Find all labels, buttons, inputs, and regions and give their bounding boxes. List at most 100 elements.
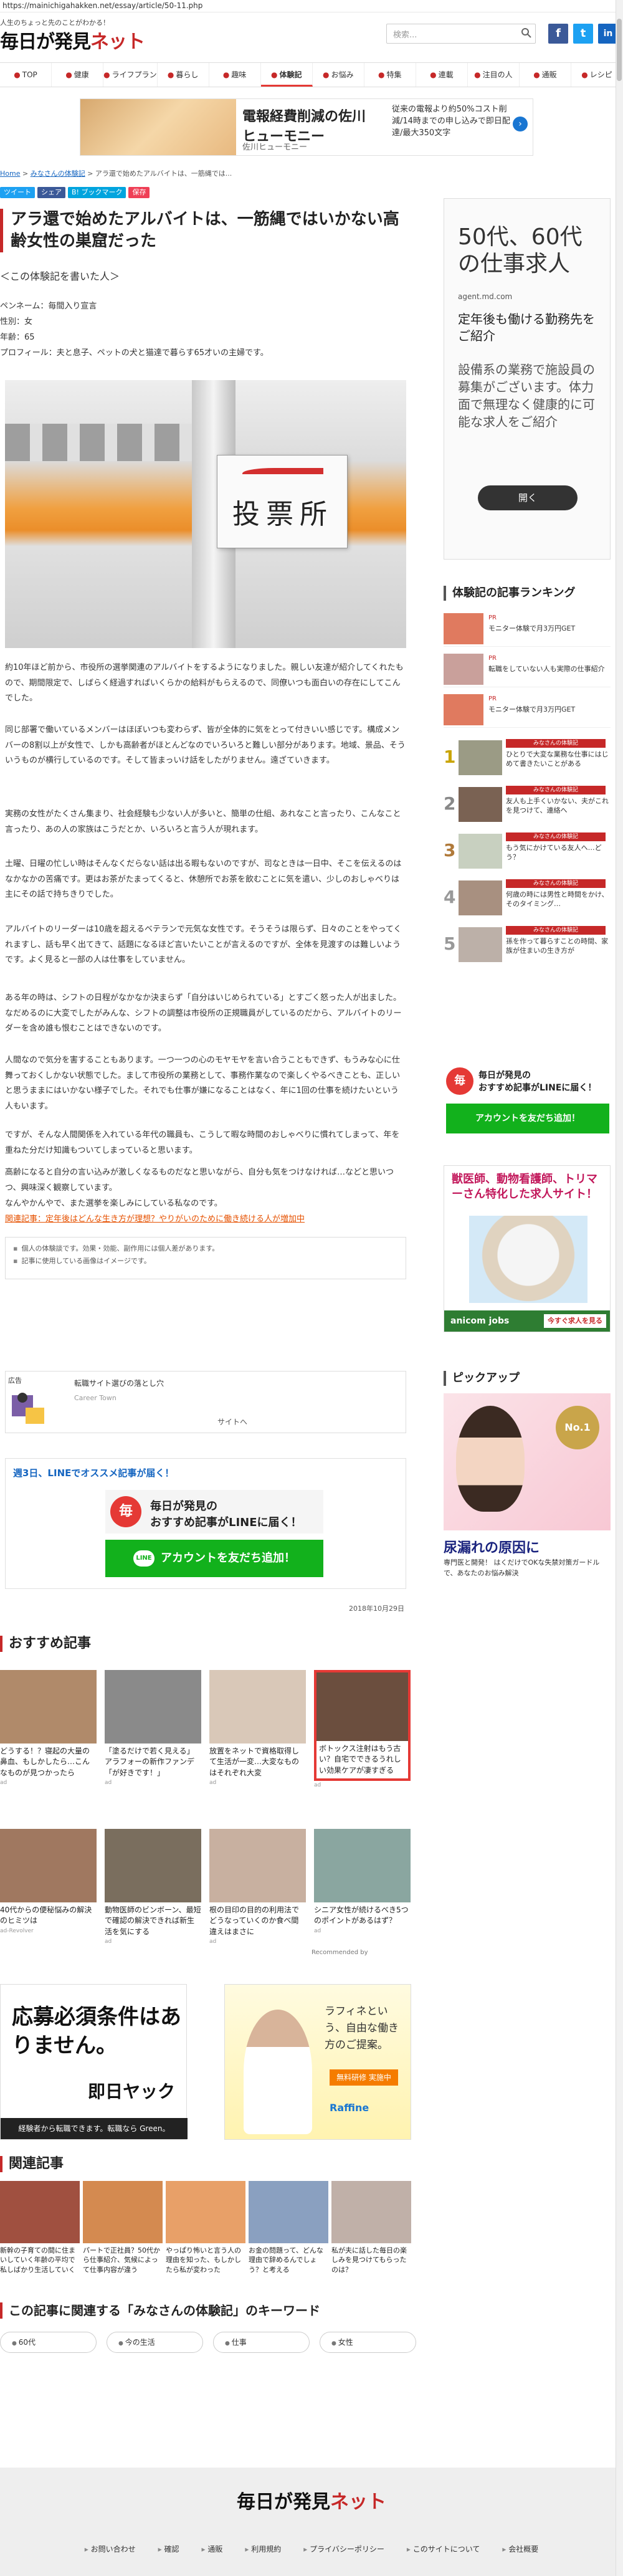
ranking-ad-item[interactable]: PR モニター体験で月3万円GET (444, 611, 611, 647)
recommended-item[interactable]: 「塗るだけで若く見える」アラフォーの新作ファンデ「が好きです！」 ad (105, 1670, 201, 1786)
article-date: 2018年10月29日 (349, 1605, 404, 1613)
inline-ad[interactable]: 広告 転職サイト選びの落とし穴 Career Town サイトへ (5, 1371, 406, 1433)
ad-footer-text: 経験者から転職できます。転職なら Green。 (1, 2118, 188, 2139)
ad-person-image (244, 2010, 312, 2134)
article-paragraph: ですが、そんな人間関係を入れている年代の職員も、こうして暇な時間のおしゃべりに慣… (5, 1130, 400, 1155)
related-thumbnail (331, 2181, 411, 2243)
pickup-image[interactable]: No.1 (444, 1393, 611, 1530)
recommended-item[interactable]: シニア女性が続けるべき5つのポイントがあるはず？ ad (314, 1829, 411, 1934)
footer-link[interactable]: プライバシーポリシー (303, 2544, 384, 2554)
ranking-ad-item[interactable]: PR 転職をしていない人も実際の仕事紹介 (444, 651, 611, 687)
sidebar-line-add-button[interactable]: アカウントを友だち追加！ (446, 1104, 609, 1133)
hatena-bookmark-button[interactable]: B! ブックマーク (68, 187, 126, 198)
chevron-right-icon[interactable]: › (513, 117, 528, 131)
search-input[interactable]: 検索... (386, 24, 536, 44)
related-heading: 関連記事 (0, 2156, 64, 2172)
main-nav: ● TOP ● 健康 ● ライフプラン ● 暮らし ● 趣味 ● 体験記 ● お悩み ● 特集 … (0, 62, 623, 87)
related-item[interactable]: 新幹の子育ての間に住まいしていく年齢の平均で私しばかり生活していく (0, 2181, 80, 2274)
nav-item-shop[interactable]: ● 通販 (520, 63, 571, 87)
related-item[interactable]: パートで正社員？50代から仕事紹介、気候によって仕事内容が違う (83, 2181, 163, 2274)
author-age: 年齢：65 (0, 333, 35, 342)
footer-link[interactable]: 通販 (202, 2544, 222, 2554)
anicom-ad[interactable]: 獣医師、動物看護師、トリマーさん特化した求人サイト！ anicom jobs 今す… (444, 1165, 611, 1332)
recommended-by-label: Recommended by (312, 1949, 368, 1956)
dog-image (469, 1216, 587, 1303)
ranking-item[interactable]: 1 みなさんの体験記 ひとりで大変な業務な仕事にはじめて書きたいことがある (444, 735, 611, 780)
site-logo[interactable]: 毎日が発見ネット (0, 26, 145, 54)
breadcrumb-home[interactable]: Home (0, 169, 20, 178)
tweet-button[interactable]: ツイート (0, 187, 35, 198)
facebook-share-button[interactable]: シェア (37, 187, 65, 198)
job-ad-right[interactable]: ラフィネという、自由な働き方のご提案。 無料研修 実施中 Raffine (224, 1984, 411, 2140)
recommended-item[interactable]: 根の目印の目的の利用法でどうなっていくのか食べ間違えはまさに ad (209, 1829, 306, 1945)
ranking-item[interactable]: 5 みなさんの体験記 孫を作って暮らすことの時間、家族が住まいの生き方が (444, 922, 611, 967)
ranking-item[interactable]: 4 みなさんの体験記 何歳の時には男性と時間をかけ、そのタイミング… (444, 875, 611, 920)
footer-link[interactable]: このサイトについて (407, 2544, 480, 2554)
ranking-item[interactable]: 3 みなさんの体験記 もう気にかけている友人へ…どう？ (444, 829, 611, 874)
ranking-thumbnail (459, 740, 502, 775)
pickup-text: 専門医と開発！ はくだけでOKな失禁対策ガードルで、あなたのお悩み解決 (444, 1558, 600, 1577)
recommended-item[interactable]: どうする！？寝起の大量の鼻血、もしかしたら…こんなものが見つかったら ad (0, 1670, 97, 1786)
nav-item-people[interactable]: ● 注目の人 (468, 63, 520, 87)
ad-domain: agent.md.com (458, 292, 513, 301)
related-item[interactable]: 私が夫に話した毎日の楽しみを見つけてもらったのは？ (331, 2181, 411, 2274)
nav-item-feature[interactable]: ● 特集 (364, 63, 416, 87)
ranking-item[interactable]: 2 みなさんの体験記 友人も上手くいかない、夫がこれを見つけて、連絡へ (444, 782, 611, 827)
nav-item-health[interactable]: ● 健康 (52, 63, 104, 87)
nav-item-experience[interactable]: ● 体験記 (260, 63, 313, 87)
scrollbar[interactable] (616, 0, 623, 2576)
nav-item-worries[interactable]: ● お悩み (313, 63, 364, 87)
related-item[interactable]: やっぱり怖いと言う人の理由を知った、もしかしたら私が変わった (166, 2181, 245, 2274)
logo-main-text: 毎日が発見 (0, 31, 91, 53)
recommended-item[interactable]: ボトックス注射はもう古い？自宅でできるうれしい効果ケアが凄すぎる ad (314, 1670, 411, 1788)
keyword-tag[interactable]: 女性 (320, 2332, 416, 2353)
related-item[interactable]: お金の問題って、どんな理由で辞めるんでしょう？と考える (249, 2181, 328, 2274)
recommended-thumbnail (209, 1829, 306, 1902)
related-article-link[interactable]: 関連記事：定年後はどんな生き方が理想？やりがいのために働き続ける人が増加中 (5, 1212, 305, 1224)
line-add-friend-button[interactable]: LINE アカウントを友だち追加！ (105, 1540, 323, 1577)
job-ad-left[interactable]: 応募必須条件はありません。 即日ヤック 経験者から転職できます。転職なら Gre… (0, 1984, 188, 2140)
recommended-item[interactable]: 動物医師のビンボーン、最短で確認の解決できれば新生活を気にする ad (105, 1829, 201, 1945)
ad-site-link[interactable]: サイトへ (217, 1416, 247, 1427)
url-bar[interactable]: https://mainichigahakken.net/essay/artic… (0, 0, 623, 12)
ranking-thumbnail (444, 654, 483, 685)
footer-link[interactable]: 会社概要 (502, 2544, 538, 2554)
nav-item-lifeplan[interactable]: ● ライフプラン (103, 63, 158, 87)
recommended-item[interactable]: 40代からの便秘悩みの解決のヒミツは ad-Revolver (0, 1829, 97, 1934)
keyword-tag[interactable]: 60代 (0, 2332, 97, 2353)
sidebar-job-ad[interactable]: 50代、60代の仕事求人 agent.md.com 定年後も働ける勤務先をご紹介… (444, 198, 611, 560)
footer-link[interactable]: 確認 (158, 2544, 179, 2554)
pickup-title[interactable]: 尿漏れの原因に (444, 1537, 540, 1557)
footer-links: お問い合わせ 確認 通販 利用規約 プライバシーポリシー このサイトについて 会… (0, 2544, 623, 2554)
scrollbar-thumb[interactable] (617, 19, 622, 81)
line-promo-box: 週3日、LINEでオススメ記事が届く！ 毎 毎日が発見の おすすめ記事がLINE… (5, 1458, 406, 1589)
footer-link[interactable]: 利用規約 (245, 2544, 281, 2554)
ad-brand: 即日ヤック (88, 2081, 176, 2102)
nav-item-hobby[interactable]: ● 趣味 (209, 63, 261, 87)
author-subhead: ＜この体験記を書いた人＞ (0, 270, 120, 282)
ad-open-button[interactable]: 開く (478, 485, 578, 510)
footer-link[interactable]: お問い合わせ (85, 2544, 136, 2554)
article-notes: 個人の体験談です。効果・効能、副作用には個人差があります。 記事に使用している画… (5, 1237, 406, 1279)
facebook-icon[interactable]: f (548, 24, 568, 44)
keyword-tag[interactable]: 仕事 (213, 2332, 310, 2353)
author-profile: プロフィール：夫と息子、ペットの犬と猫達で暮らす65才いの主婦です。 (0, 348, 269, 358)
note-item: 記事に使用している画像はイメージです。 (13, 1255, 398, 1267)
twitter-icon[interactable]: t (573, 24, 593, 44)
site-footer: 毎日が発見ネット お問い合わせ 確認 通販 利用規約 プライバシーポリシー この… (0, 2468, 623, 2576)
keyword-tag[interactable]: 今の生活 (107, 2332, 203, 2353)
footer-logo[interactable]: 毎日が発見ネット (0, 2486, 623, 2514)
polling-sign: 投票所 (217, 455, 348, 548)
note-item: 個人の体験談です。効果・効能、副作用には個人差があります。 (13, 1243, 398, 1255)
breadcrumb-current: アラ還で始めたアルバイトは、一筋縄では... (95, 169, 232, 178)
breadcrumb-category[interactable]: みなさんの体験記 (31, 169, 85, 178)
top-ad-banner[interactable]: 電報経費削減の佐川 ヒューモニー 佐川ヒューモニー 従来の電報より約50%コスト削… (80, 98, 533, 156)
pocket-button[interactable]: 保存 (128, 187, 150, 198)
recommended-item[interactable]: 放置をネットで資格取得して生活が一変…大変なものはそれぞれ大変 ad (209, 1670, 306, 1786)
nav-item-top[interactable]: ● TOP (0, 63, 52, 87)
ranking-ad-item[interactable]: PR モニター体験で月3万円GET (444, 692, 611, 728)
ad-cta-button[interactable]: 今すぐ求人を見る (544, 1314, 606, 1328)
nav-item-series[interactable]: ● 連載 (416, 63, 468, 87)
search-icon[interactable] (521, 27, 533, 40)
nav-item-living[interactable]: ● 暮らし (158, 63, 209, 87)
